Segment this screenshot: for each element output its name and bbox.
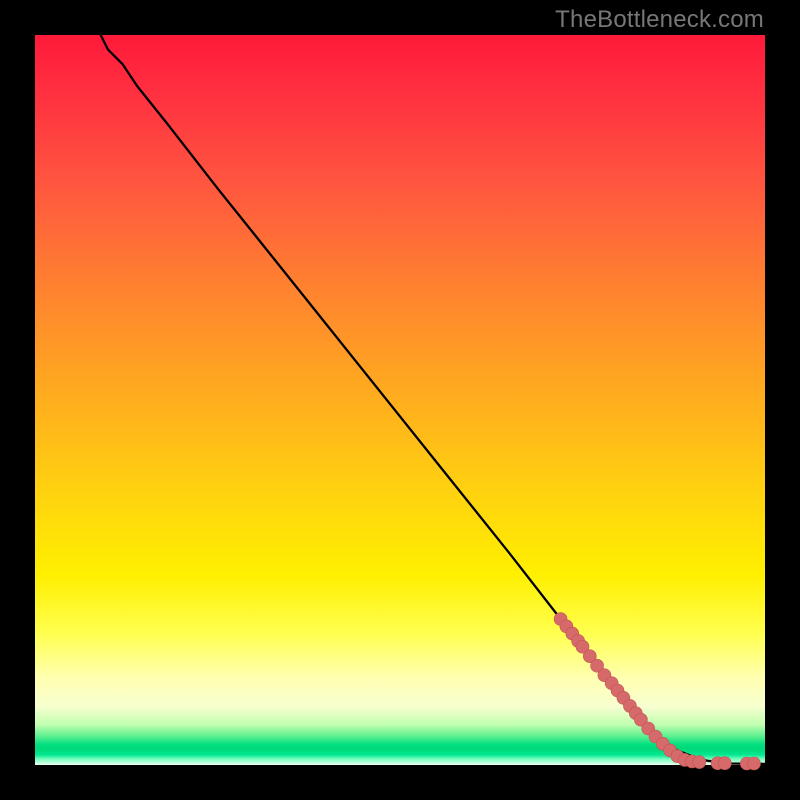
plot-area — [35, 35, 765, 765]
chart-frame: TheBottleneck.com — [0, 0, 800, 800]
watermark-text: TheBottleneck.com — [555, 6, 764, 34]
data-markers — [554, 613, 760, 771]
data-marker — [718, 757, 731, 770]
curve-line — [101, 35, 765, 764]
data-marker — [748, 757, 761, 770]
data-marker — [693, 756, 706, 769]
chart-overlay — [35, 35, 765, 765]
